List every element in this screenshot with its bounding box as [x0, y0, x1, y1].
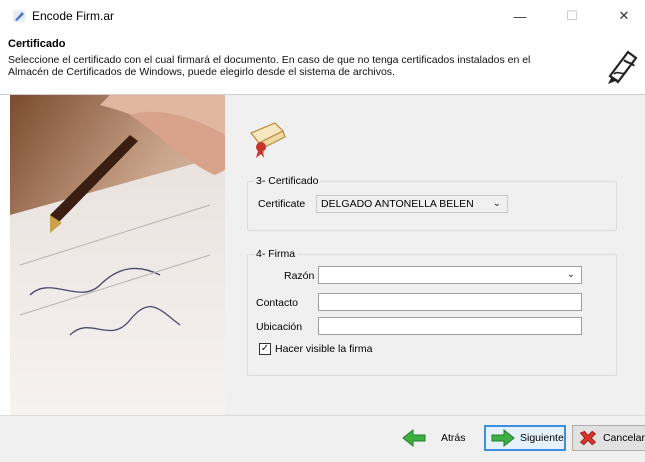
next-button[interactable]: Siguiente — [484, 425, 566, 451]
certificate-scroll-icon — [250, 122, 286, 158]
back-label: Atrás — [441, 432, 466, 444]
wizard-header: Certificado Seleccione el certificado co… — [0, 32, 645, 95]
ubicacion-label: Ubicación — [256, 321, 303, 333]
edit-pen-icon — [13, 10, 25, 22]
certificado-legend: 3- Certificado — [254, 175, 321, 187]
visible-signature-label[interactable]: Hacer visible la firma — [275, 343, 372, 355]
content-panel: 3- Certificado Certificate DELGADO ANTON… — [225, 95, 645, 415]
arrow-left-icon — [402, 429, 426, 447]
signature-pen-icon — [608, 50, 638, 84]
wizard-footer: Atrás Siguiente Cancelar — [0, 415, 645, 462]
arrow-right-icon — [491, 429, 515, 447]
title-bar: Encode Firm.ar — ☐ ✕ — [0, 0, 645, 32]
minimize-button[interactable]: — — [500, 4, 540, 28]
contacto-input[interactable] — [318, 293, 582, 311]
page-title: Certificado — [8, 38, 66, 50]
certificado-group: 3- Certificado Certificate DELGADO ANTON… — [247, 175, 617, 231]
chevron-down-icon: ⌄ — [492, 198, 501, 209]
cancel-button[interactable]: Cancelar — [572, 425, 645, 451]
visible-signature-checkbox[interactable]: ✓ — [259, 343, 271, 355]
page-description: Seleccione el certificado con el cual fi… — [8, 54, 531, 78]
contacto-label: Contacto — [256, 297, 299, 309]
firma-group: 4- Firma Razón ⌄ Contacto Ubicación ✓ Ha… — [247, 248, 617, 376]
maximize-button[interactable]: ☐ — [552, 4, 592, 28]
window-title: Encode Firm.ar — [32, 9, 115, 23]
cancel-label: Cancelar — [602, 432, 645, 444]
firma-legend: 4- Firma — [254, 248, 298, 260]
chevron-down-icon: ⌄ — [566, 269, 575, 280]
ubicacion-input[interactable] — [318, 317, 582, 335]
back-button[interactable]: Atrás — [396, 425, 478, 451]
razon-label: Razón — [284, 270, 315, 282]
certificate-select[interactable]: DELGADO ANTONELLA BELEN ⌄ — [316, 195, 508, 213]
certificate-selected-value: DELGADO ANTONELLA BELEN — [321, 198, 474, 210]
signing-hand-image — [10, 95, 225, 415]
razon-select[interactable]: ⌄ — [318, 266, 582, 284]
cancel-x-icon — [579, 430, 597, 446]
certificate-label: Certificate — [258, 198, 306, 210]
close-button[interactable]: ✕ — [604, 4, 644, 28]
next-label: Siguiente — [520, 432, 564, 444]
